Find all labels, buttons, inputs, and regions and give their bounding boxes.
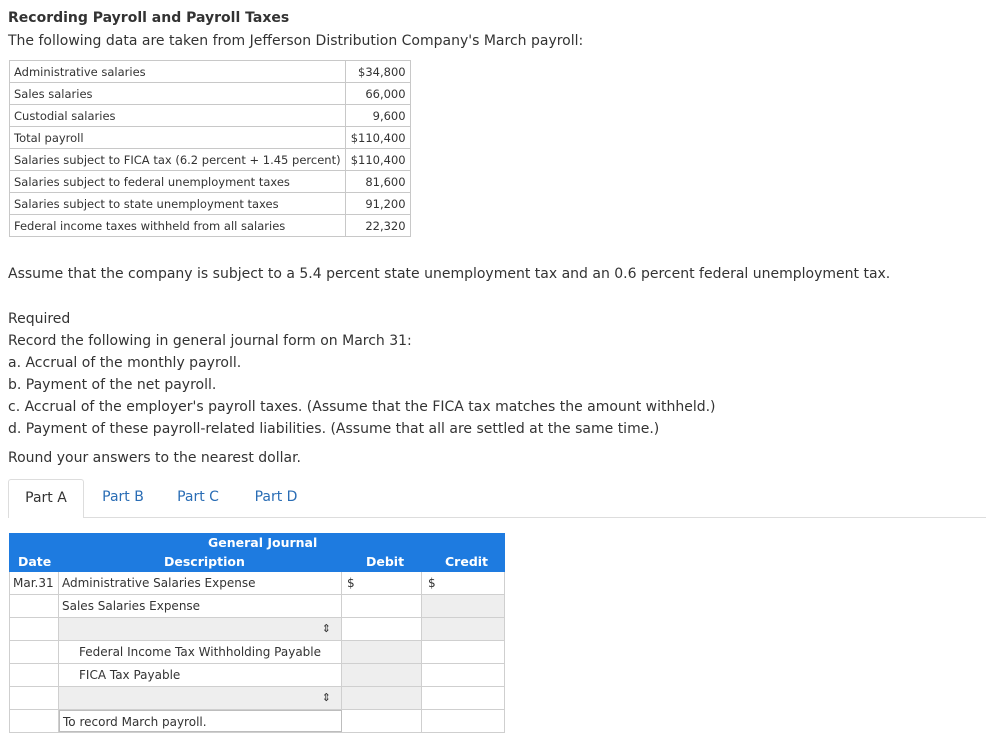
date-cell <box>9 618 59 640</box>
dollar-sign: $ <box>428 576 436 590</box>
date-cell <box>9 664 59 686</box>
required-item-d: d. Payment of these payroll-related liab… <box>8 421 660 437</box>
assumption-text: Assume that the company is subject to a … <box>8 266 891 282</box>
debit-input[interactable] <box>342 664 422 686</box>
col-date-header: Date <box>18 554 52 569</box>
row-amount: 91,200 <box>344 192 411 215</box>
journal-row: FICA Tax Payable <box>9 664 505 687</box>
journal-title: General Journal <box>208 535 318 550</box>
row-amount: $34,800 <box>344 60 411 83</box>
debit-input[interactable]: $ <box>342 572 422 594</box>
row-amount: 22,320 <box>344 214 411 237</box>
table-row: Custodial salaries 9,600 <box>9 104 411 127</box>
date-cell <box>9 710 59 732</box>
row-label: Sales salaries <box>9 82 346 105</box>
journal-row: To record March payroll. <box>9 710 505 733</box>
journal-row: ⇕ <box>9 687 505 710</box>
credit-input[interactable] <box>422 618 505 640</box>
account-cell: FICA Tax Payable <box>59 664 342 686</box>
debit-input[interactable] <box>342 641 422 663</box>
required-item-b: b. Payment of the net payroll. <box>8 377 217 393</box>
row-label: Salaries subject to FICA tax (6.2 percen… <box>9 148 346 171</box>
table-row: Federal income taxes withheld from all s… <box>9 214 411 237</box>
date-cell: Mar.31 <box>9 572 59 594</box>
table-row: Total payroll $110,400 <box>9 126 411 149</box>
memo-input[interactable]: To record March payroll. <box>59 710 342 732</box>
credit-input[interactable] <box>422 641 505 663</box>
required-item-c: c. Accrual of the employer's payroll tax… <box>8 399 716 415</box>
debit-blank <box>342 710 422 732</box>
debit-input[interactable] <box>342 595 422 617</box>
tab-part-a[interactable]: Part A <box>8 479 84 518</box>
required-heading: Required <box>8 311 71 327</box>
row-amount: $110,400 <box>344 148 411 171</box>
row-amount: $110,400 <box>344 126 411 149</box>
journal-row: Mar.31 Administrative Salaries Expense $… <box>9 572 505 595</box>
row-amount: 66,000 <box>344 82 411 105</box>
date-cell <box>9 595 59 617</box>
general-journal: General Journal Date Description Debit C… <box>9 533 505 733</box>
journal-row: ⇕ <box>9 618 505 641</box>
row-amount: 81,600 <box>344 170 411 193</box>
dollar-sign: $ <box>347 576 355 590</box>
select-arrows-icon: ⇕ <box>321 691 331 704</box>
credit-blank <box>422 710 505 732</box>
account-cell: Administrative Salaries Expense <box>59 572 342 594</box>
account-select[interactable]: ⇕ <box>59 687 342 709</box>
table-row: Salaries subject to FICA tax (6.2 percen… <box>9 148 411 171</box>
table-row: Salaries subject to federal unemployment… <box>9 170 411 193</box>
row-label: Administrative salaries <box>9 60 346 83</box>
credit-input[interactable] <box>422 595 505 617</box>
required-item-a: a. Accrual of the monthly payroll. <box>8 355 242 371</box>
page-title: Recording Payroll and Payroll Taxes <box>8 10 290 26</box>
journal-row: Federal Income Tax Withholding Payable <box>9 641 505 664</box>
col-credit-header: Credit <box>445 554 489 569</box>
col-debit-header: Debit <box>366 554 405 569</box>
debit-input[interactable] <box>342 618 422 640</box>
tab-part-c[interactable]: Part C <box>166 479 230 515</box>
date-cell <box>9 687 59 709</box>
credit-input[interactable] <box>422 687 505 709</box>
required-instruction: Record the following in general journal … <box>8 333 412 349</box>
col-description-header: Description <box>164 554 245 569</box>
tab-part-b[interactable]: Part B <box>88 479 158 515</box>
account-cell: Sales Salaries Expense <box>59 595 342 617</box>
row-label: Salaries subject to state unemployment t… <box>9 192 346 215</box>
row-label: Custodial salaries <box>9 104 346 127</box>
credit-input[interactable] <box>422 664 505 686</box>
row-amount: 9,600 <box>344 104 411 127</box>
journal-header: General Journal Date Description Debit C… <box>9 533 505 572</box>
row-label: Federal income taxes withheld from all s… <box>9 214 346 237</box>
part-tabs: Part A Part B Part C Part D <box>8 479 986 518</box>
rounding-note: Round your answers to the nearest dollar… <box>8 450 302 466</box>
credit-input[interactable]: $ <box>422 572 505 594</box>
account-cell: Federal Income Tax Withholding Payable <box>59 641 342 663</box>
debit-input[interactable] <box>342 687 422 709</box>
intro-text: The following data are taken from Jeffer… <box>8 33 584 49</box>
table-row: Administrative salaries $34,800 <box>9 60 411 83</box>
row-label: Salaries subject to federal unemployment… <box>9 170 346 193</box>
table-row: Salaries subject to state unemployment t… <box>9 192 411 215</box>
select-arrows-icon: ⇕ <box>321 622 331 635</box>
payroll-data-table: Administrative salaries $34,800 Sales sal… <box>9 60 411 237</box>
row-label: Total payroll <box>9 126 346 149</box>
account-select[interactable]: ⇕ <box>59 618 342 640</box>
journal-row: Sales Salaries Expense <box>9 595 505 618</box>
tab-part-d[interactable]: Part D <box>242 479 310 515</box>
table-row: Sales salaries 66,000 <box>9 82 411 105</box>
date-cell <box>9 641 59 663</box>
